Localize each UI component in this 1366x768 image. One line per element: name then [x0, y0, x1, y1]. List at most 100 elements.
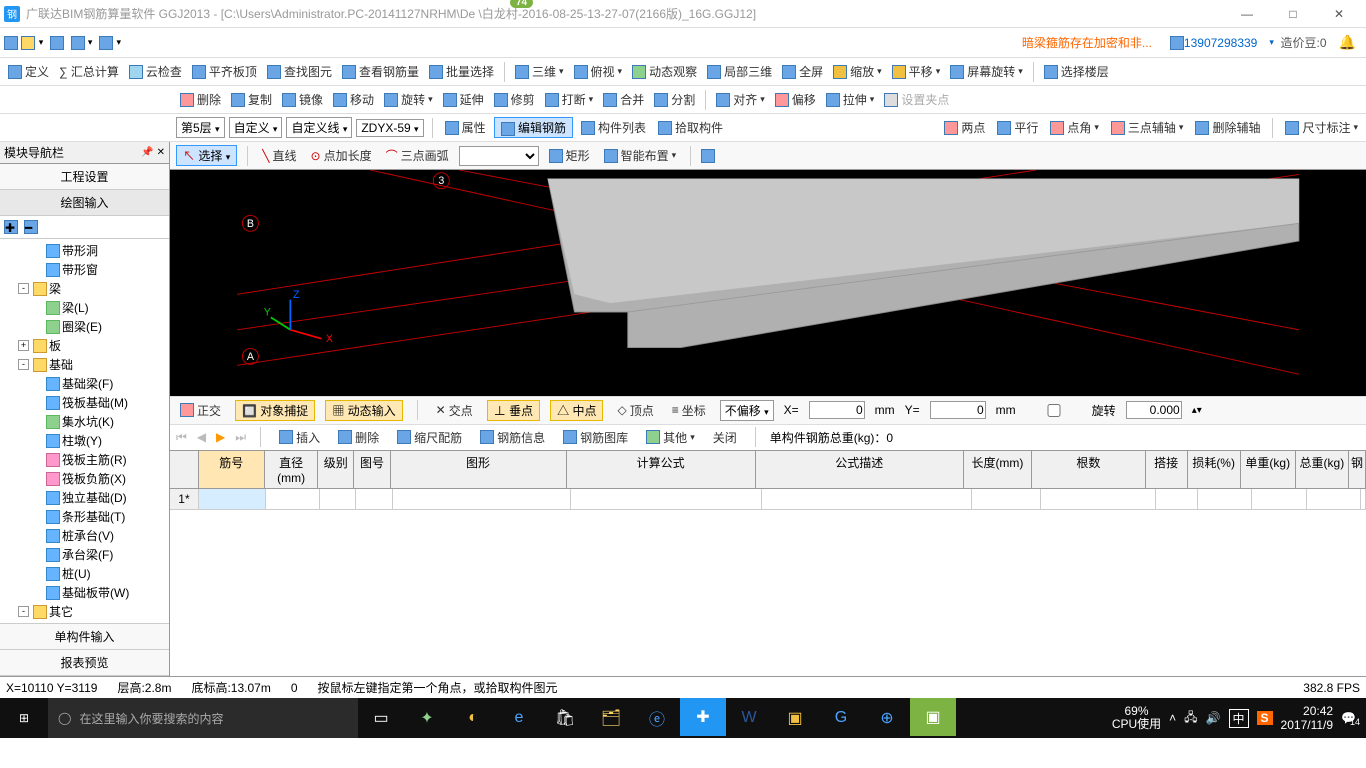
tool-extend[interactable]: 延伸 [439, 89, 488, 110]
btn-edit-rebar[interactable]: 编辑钢筋 [494, 117, 573, 138]
snap-perp[interactable]: ⊥ 垂点 [487, 400, 540, 421]
rebar-info[interactable]: 钢筋信息 [476, 427, 549, 448]
y-input[interactable] [930, 401, 986, 419]
tree-item[interactable]: 筏板基础(M) [2, 393, 167, 412]
search-box[interactable]: ◯ 在这里输入你要搜索的内容 [48, 698, 358, 738]
btn-pick-component[interactable]: 拾取构件 [654, 117, 727, 138]
menu-select-floor[interactable]: 选择楼层 [1040, 61, 1113, 82]
snap-osnap[interactable]: 🔲 对象捕捉 [235, 400, 315, 421]
grid-body[interactable]: 1* [170, 489, 1366, 677]
tree-item[interactable]: 桩承台(V) [2, 526, 167, 545]
tool-trim[interactable]: 修剪 [490, 89, 539, 110]
tab-report-preview[interactable]: 报表预览 [0, 650, 169, 676]
tree-item[interactable]: 集水坑(K) [2, 412, 167, 431]
tree-item[interactable]: 独立基础(D) [2, 488, 167, 507]
menu-pan[interactable]: 平移▾ [888, 61, 945, 82]
nav-next[interactable]: ▶ [216, 430, 225, 444]
menu-local-3d[interactable]: 局部三维 [703, 61, 776, 82]
sidebar-ico-1[interactable]: ✚ [4, 220, 18, 234]
task-view-icon[interactable]: ▭ [358, 698, 404, 738]
viewport-3d[interactable]: A B 3 X Y Z [170, 170, 1366, 396]
app-1-icon[interactable]: ✦ [404, 698, 450, 738]
btn-line[interactable]: ╲直线 [258, 145, 300, 166]
tool-split[interactable]: 分割 [650, 89, 699, 110]
tool-delete[interactable]: 删除 [176, 89, 225, 110]
tree-item[interactable]: +板 [2, 336, 167, 355]
tool-move[interactable]: 移动 [329, 89, 378, 110]
rebar-insert[interactable]: 插入 [275, 427, 324, 448]
arc-options[interactable] [459, 146, 539, 166]
nav-last[interactable]: ⏭ [235, 430, 246, 445]
snap-mid[interactable]: △ 中点 [550, 400, 603, 421]
rebar-close[interactable]: 关闭 [709, 427, 741, 448]
store-icon[interactable]: 🛍 [542, 698, 588, 738]
snap-vertex[interactable]: ◇ 顶点 [613, 400, 657, 421]
component-tree[interactable]: 带形洞带形窗-梁梁(L)圈梁(E)+板-基础基础梁(F)筏板基础(M)集水坑(K… [0, 239, 169, 623]
ie-icon[interactable]: ⓔ [634, 698, 680, 738]
aux-delete[interactable]: 删除辅轴 [1191, 117, 1264, 138]
tree-item[interactable]: 筏板主筋(R) [2, 450, 167, 469]
aux-dim[interactable]: 尺寸标注▾ [1281, 117, 1362, 138]
tray-up-icon[interactable]: ˄ [1169, 711, 1176, 725]
tool-rotate[interactable]: 旋转▾ [380, 89, 437, 110]
pin-icon[interactable]: 📌 ✕ [141, 147, 165, 158]
menu-sum[interactable]: ∑ 汇总计算 [55, 61, 123, 82]
tree-item[interactable]: 柱墩(Y) [2, 431, 167, 450]
snap-intersect[interactable]: ✕ 交点 [432, 400, 477, 421]
tool-align[interactable]: 对齐▾ [712, 89, 769, 110]
app-3-icon[interactable]: ✚ [680, 698, 726, 736]
nav-prev[interactable]: ◀ [197, 430, 206, 444]
menu-align-slab[interactable]: 平齐板顶 [188, 61, 261, 82]
rotate-input[interactable] [1126, 401, 1182, 419]
tree-item[interactable]: -其它 [2, 602, 167, 621]
extra-icon[interactable] [701, 149, 715, 163]
rebar-delete[interactable]: 删除 [334, 427, 383, 448]
tree-item[interactable]: 基础板带(W) [2, 583, 167, 602]
tab-project-settings[interactable]: 工程设置 [0, 164, 169, 190]
phone-number[interactable]: 13907298339 [1184, 36, 1257, 50]
tool-mirror[interactable]: 镜像 [278, 89, 327, 110]
snap-dynamic[interactable]: ▦ 动态输入 [325, 400, 402, 421]
tray-sogou-icon[interactable]: S [1257, 711, 1273, 725]
snap-coord[interactable]: ≡ 坐标 [668, 400, 710, 421]
close-button[interactable]: ✕ [1316, 0, 1362, 28]
tree-item[interactable]: 梁(L) [2, 298, 167, 317]
rebar-scale[interactable]: 缩尺配筋 [393, 427, 466, 448]
tray-vol-icon[interactable]: 🔊 [1206, 711, 1221, 725]
menu-orbit[interactable]: 动态观察 [628, 61, 701, 82]
notifications-icon[interactable]: 💬14 [1341, 711, 1356, 725]
tool-break[interactable]: 打断▾ [541, 89, 598, 110]
tree-item[interactable]: 承台梁(F) [2, 545, 167, 564]
tree-item[interactable]: -梁 [2, 279, 167, 298]
tab-single-input[interactable]: 单构件输入 [0, 624, 169, 650]
app-5-icon[interactable]: G [818, 698, 864, 738]
tree-item[interactable]: 带形窗 [2, 260, 167, 279]
type-select[interactable]: 自定义线 ▾ [286, 117, 352, 138]
redo-icon[interactable] [99, 36, 113, 50]
btn-arc[interactable]: ⌒三点画弧 [382, 145, 453, 166]
menu-fullscreen[interactable]: 全屏 [778, 61, 827, 82]
tool-stretch[interactable]: 拉伸▾ [822, 89, 879, 110]
rebar-lib[interactable]: 钢筋图库 [559, 427, 632, 448]
btn-select[interactable]: ↖ 选择 ▾ [176, 145, 237, 166]
aux-point-angle[interactable]: 点角▾ [1046, 117, 1103, 138]
snap-ortho[interactable]: 正交 [176, 400, 225, 421]
save-icon[interactable] [50, 36, 64, 50]
menu-zoom[interactable]: 缩放▾ [829, 61, 886, 82]
rotate-check[interactable] [1026, 404, 1082, 417]
new-icon[interactable] [4, 36, 18, 50]
menu-3d[interactable]: 三维▾ [511, 61, 568, 82]
tool-copy[interactable]: 复制 [227, 89, 276, 110]
menu-screen-rotate[interactable]: 屏幕旋转▾ [946, 61, 1027, 82]
open-icon[interactable] [21, 36, 35, 50]
sidebar-ico-2[interactable]: ━ [24, 220, 38, 234]
rebar-other[interactable]: 其他▾ [642, 427, 699, 448]
aux-two-point[interactable]: 两点 [940, 117, 989, 138]
offset-mode[interactable]: 不偏移 ▾ [720, 400, 774, 421]
undo-icon[interactable] [71, 36, 85, 50]
edge-icon[interactable]: e [496, 698, 542, 738]
aux-three-point[interactable]: 三点辅轴▾ [1107, 117, 1188, 138]
notice-text[interactable]: 暗梁箍筋存在加密和非... [1022, 34, 1152, 51]
app-7-icon[interactable]: ▣ [910, 698, 956, 736]
category-select[interactable]: 自定义 ▾ [229, 117, 283, 138]
